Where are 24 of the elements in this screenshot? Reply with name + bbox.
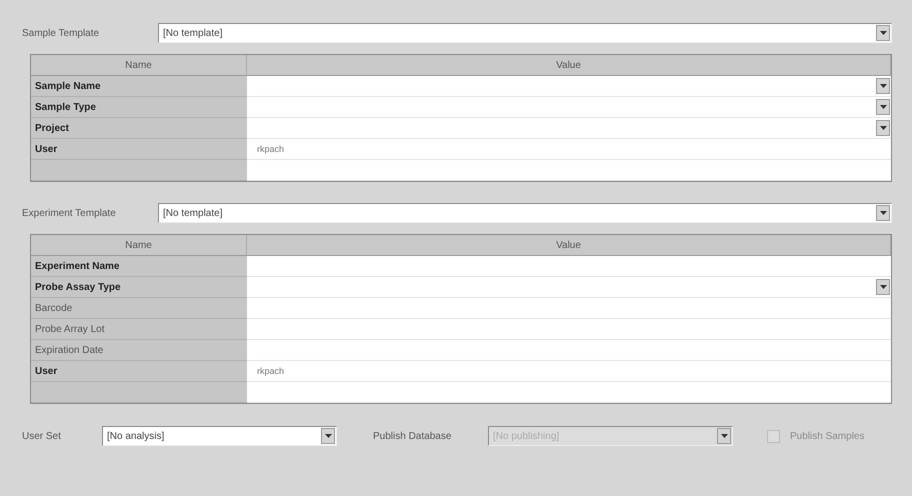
user-set-dropdown[interactable]: [No analysis] <box>102 426 337 446</box>
template-dropdown[interactable]: [No template] <box>158 203 892 223</box>
column-header: Value <box>247 55 891 76</box>
column-header: Name <box>31 235 247 256</box>
checkbox-label: Publish Samples <box>790 430 864 442</box>
property-name-cell: User <box>31 139 247 160</box>
column-header: Name <box>31 55 247 76</box>
publish-database-label: Publish Database <box>373 430 452 442</box>
property-name-cell: Sample Name <box>31 76 247 97</box>
property-name-cell: Barcode <box>31 298 247 319</box>
property-name-cell: Project <box>31 118 247 139</box>
property-name-cell: Probe Assay Type <box>31 277 247 298</box>
property-name-cell: Probe Array Lot <box>31 319 247 340</box>
template-label: Experiment Template <box>22 208 117 218</box>
value-field[interactable]: rkpach <box>247 361 891 382</box>
property-name-cell: Expiration Date <box>31 340 247 361</box>
template-dropdown[interactable]: [No template] <box>158 23 892 43</box>
column-header: Value <box>247 235 891 256</box>
user-set-label: User Set <box>22 430 62 442</box>
value-field[interactable]: rkpach <box>247 139 891 160</box>
property-name-cell: Experiment Name <box>31 256 247 277</box>
property-name-cell: Sample Type <box>31 97 247 118</box>
property-name-cell: User <box>31 361 247 382</box>
template-label: Sample Template <box>22 28 100 38</box>
